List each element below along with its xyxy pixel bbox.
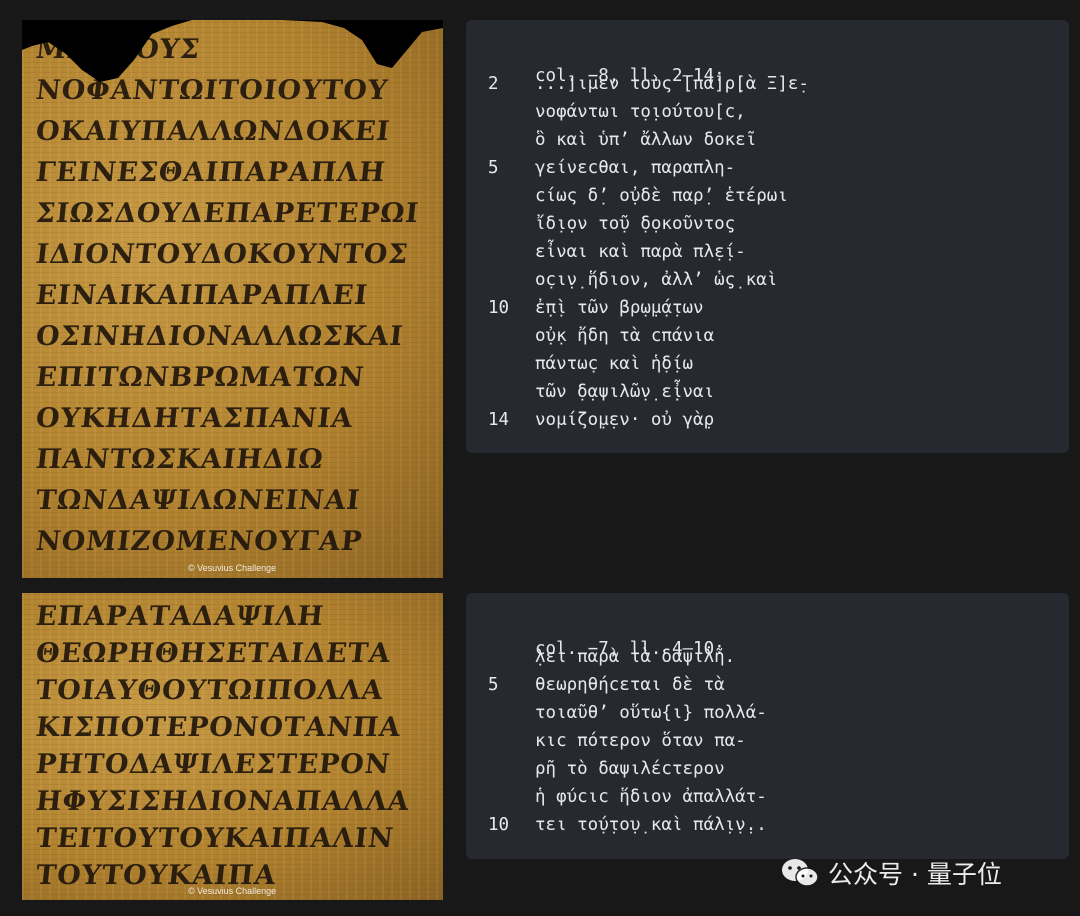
transcription-line: εἶναι καὶ παρὰ πλ̣ε̣ί- [466,242,1069,270]
line-text: τῶν ̣δ̣αψιλῶ̣ν̣ ε̣̣ἶναι [535,382,715,402]
papyrus-ink-line: ΘΕΩΡΗΘΗΣΕΤΑΙΔΕΤΑ [34,638,393,669]
transcription-line: κιc πότερον ὅταν πα- [466,731,1069,759]
transcription-line: 5 γείνεcθαι, παραπλη- [466,158,1069,186]
transcription-line: ̣λει παρὰ τὰ δαψιλῆ. [466,647,1069,675]
transcription-line: ἡ φύcιc ἥδιον ἀπαλλάτ- [466,787,1069,815]
transcription-line: νοφάντωι τ̣ο̣ιούτου[c, [466,102,1069,130]
transcription-line: ἴδ̣ι̣ον το̣ῦ ̣δ̣οκοῦντο̣ς [466,214,1069,242]
line-text: γείνεcθαι, παραπλη- [535,158,736,178]
transcription-line: τοιαῦθ’ οὕτω{ι} πολλά- [466,703,1069,731]
line-number: 5 [488,158,499,178]
papyrus-ink-line: ΚΙΣΠΟΤΕΡΟΝΟΤΑΝΠΑ [34,712,403,743]
transcription-line: οc̣ι̣ν̣ ἥδιον, ἀλλ’ ὡ̣ς̣ καὶ [466,270,1069,298]
wechat-icon [782,859,819,887]
papyrus-ink-line: ΟΥΚΗΔΗΤΑΣΠΑΝΙΑ [34,403,355,434]
line-number: 5 [488,675,499,695]
transcription-line: ὃ καὶ ὑπ’ ἄλλων δοκεῖ [466,130,1069,158]
papyrus-ink-text: ΜΕΝΤΟΥΣΝΟΦΑΝΤΩΙΤΟΙΟΥΤΟΥΟΚΑΙΥΠΑΛΛΩΝΔΟΚΕΙΓ… [34,20,435,578]
line-text: ̣λει παρὰ τὰ δαψιλῆ. [535,647,736,667]
papyrus-ink-line: ΕΠΑΡΑΤΑΔΑΨΙΛΗ [34,601,326,632]
papyrus-ink-line: ΤΕΙΤΟΥΤΟΥΚΑΙΠΑΛΙΝ [34,823,396,854]
papyrus-ink-line: ΤΟΙΑΥΘΟΥΤΩΙΠΟΛΛΑ [34,675,386,706]
line-number: 2 [488,74,499,94]
papyrus-ink-line: ΗΦΥΣΙΣΗΔΙΟΝΑΠΑΛΛΑ [34,786,412,817]
papyrus-ink-line: ΙΔΙΟΝΤΟΥΔΟΚΟΥΝΤΟΣ [34,239,411,270]
watermark-text: 公众号 · 量子位 [828,860,1002,889]
line-text: οc̣ι̣ν̣ ἥδιον, ἀλλ’ ὡ̣ς̣ καὶ [535,270,778,290]
line-text: ὃ καὶ ὑπ’ ἄλλων δοκεῖ [535,130,757,150]
transcription-line: ο̣ὐ̣κ ἤδη τὰ cπάνια [466,326,1069,354]
line-number: 14 [488,410,510,430]
panel-heading: col. −8, ll. 2–14: [466,46,1069,86]
panel-heading: col. −7, ll. 4–10: [466,619,1069,659]
line-text: ...]ιμεν τοὺς [πα]ρ̣[ὰ Ξ]ε̣- [535,74,809,94]
transcription-line: τῶν ̣δ̣αψιλῶ̣ν̣ ε̣̣ἶναι [466,382,1069,410]
transcription-line: 14 νομίζο̣μ̣εν· οὐ γὰ̣ρ [466,410,1069,438]
line-text: τει το̣ύ̣το̣υ̣ καὶ πάλ̣ι̣ν̣.. [535,815,767,835]
line-text: τοιαῦθ’ οὕτω{ι} πολλά- [535,703,767,723]
line-text: θεωρηθήcεται δὲ τὰ [535,675,725,695]
transcription-line: 10 ἐ̣π̣ὶ τῶν βρ̣ω̣μ̣ά̣των [466,298,1069,326]
transcription-line: 10 τει το̣ύ̣το̣υ̣ καὶ πάλ̣ι̣ν̣.. [466,815,1069,843]
transcription-line: πάντωc̣ καὶ ἡ̣δ̣ίω [466,354,1069,382]
papyrus-ink-line: ΕΙΝΑΙΚΑΙΠΑΡΑΠΛΕΙ [34,280,370,311]
line-text: πάντωc̣ καὶ ἡ̣δ̣ίω [535,354,694,374]
papyrus-ink-line: ΤΩΝΔΑΨΙΛΩΝΕΙΝΑΙ [34,485,362,516]
line-text: ἡ φύcιc ἥδιον ἀπαλλάτ- [535,787,767,807]
papyrus-ink-line: ΕΠΙΤΩΝΒΡΩΜΑΤΩΝ [34,362,366,393]
torn-edge [22,20,443,82]
line-text: εἶναι καὶ παρὰ πλ̣ε̣ί- [535,242,746,262]
line-text: ρῆ τὸ δαψιλέcτερον [535,759,725,779]
line-text: νοφάντωι τ̣ο̣ιούτου[c, [535,102,746,122]
line-text: ἴδ̣ι̣ον το̣ῦ ̣δ̣οκοῦντο̣ς [535,214,736,234]
papyrus-ink-line: ΟΚΑΙΥΠΑΛΛΩΝΔΟΚΕΙ [34,116,392,147]
transcription-line: 2 ...]ιμεν τοὺς [πα]ρ̣[ὰ Ξ]ε̣- [466,74,1069,102]
line-number: 10 [488,298,510,318]
papyrus-ink-text: ΕΠΑΡΑΤΑΔΑΨΙΛΗ ΘΕΩΡΗΘΗΣΕΤΑΙΔΕΤΑ ΤΟΙΑΥΘΟΥΤΩΙ… [34,593,435,900]
papyrus-image-top: ΜΕΝΤΟΥΣΝΟΦΑΝΤΩΙΤΟΙΟΥΤΟΥΟΚΑΙΥΠΑΛΛΩΝΔΟΚΕΙΓ… [22,20,443,578]
papyrus-ink-line: ΣΙΩΣΔΟΥΔΕΠΑΡΕΤΕΡΩΙ [34,198,421,229]
papyrus-ink-line: ΟΣΙΝΗΔΙΟΝΑΛΛΩΣΚΑΙ [34,321,405,352]
image-credit: © Vesuvius Challenge [188,563,277,573]
image-credit: © Vesuvius Challenge [188,886,277,896]
transcription-panel-top: col. −8, ll. 2–14: 2 ...]ιμεν τοὺς [πα]ρ̣… [466,20,1069,453]
line-text: νομίζο̣μ̣εν· οὐ γὰ̣ρ [535,410,715,430]
transcription-line: cίως δ̣’ ο̣ὐδὲ παρ̣’ ἑτέρωι [466,186,1069,214]
line-text: κιc πότερον ὅταν πα- [535,731,746,751]
line-text: ο̣ὐ̣κ ἤδη τὰ cπάνια [535,326,715,346]
papyrus-ink-line: ΝΟΜΙΖΟΜΕΝΟΥΓΑΡ [34,526,364,557]
transcription-panel-bottom: col. −7, ll. 4–10: ̣λει παρὰ τὰ δαψιλῆ. 5… [466,593,1069,859]
papyrus-ink-line: ΠΑΝΤΩΣΚΑΙΗΔΙΩ [34,444,326,475]
line-number: 10 [488,815,510,835]
transcription-line: 5 θεωρηθήcεται δὲ τὰ [466,675,1069,703]
papyrus-ink-line: ΓΕΙΝΕΣΘΑΙΠΑΡΑΠΛΗ [34,157,388,188]
papyrus-ink-line: ΡΗΤΟΔΑΨΙΛΕΣΤΕΡΟΝ [34,749,393,780]
papyrus-image-bottom: ΕΠΑΡΑΤΑΔΑΨΙΛΗ ΘΕΩΡΗΘΗΣΕΤΑΙΔΕΤΑ ΤΟΙΑΥΘΟΥΤΩΙ… [22,593,443,900]
transcription-line: ρῆ τὸ δαψιλέcτερον [466,759,1069,787]
line-text: cίως δ̣’ ο̣ὐδὲ παρ̣’ ἑτέρωι [535,186,788,206]
line-text: ἐ̣π̣ὶ τῶν βρ̣ω̣μ̣ά̣των [535,298,704,318]
watermark: 公众号 · 量子位 [780,855,1002,891]
